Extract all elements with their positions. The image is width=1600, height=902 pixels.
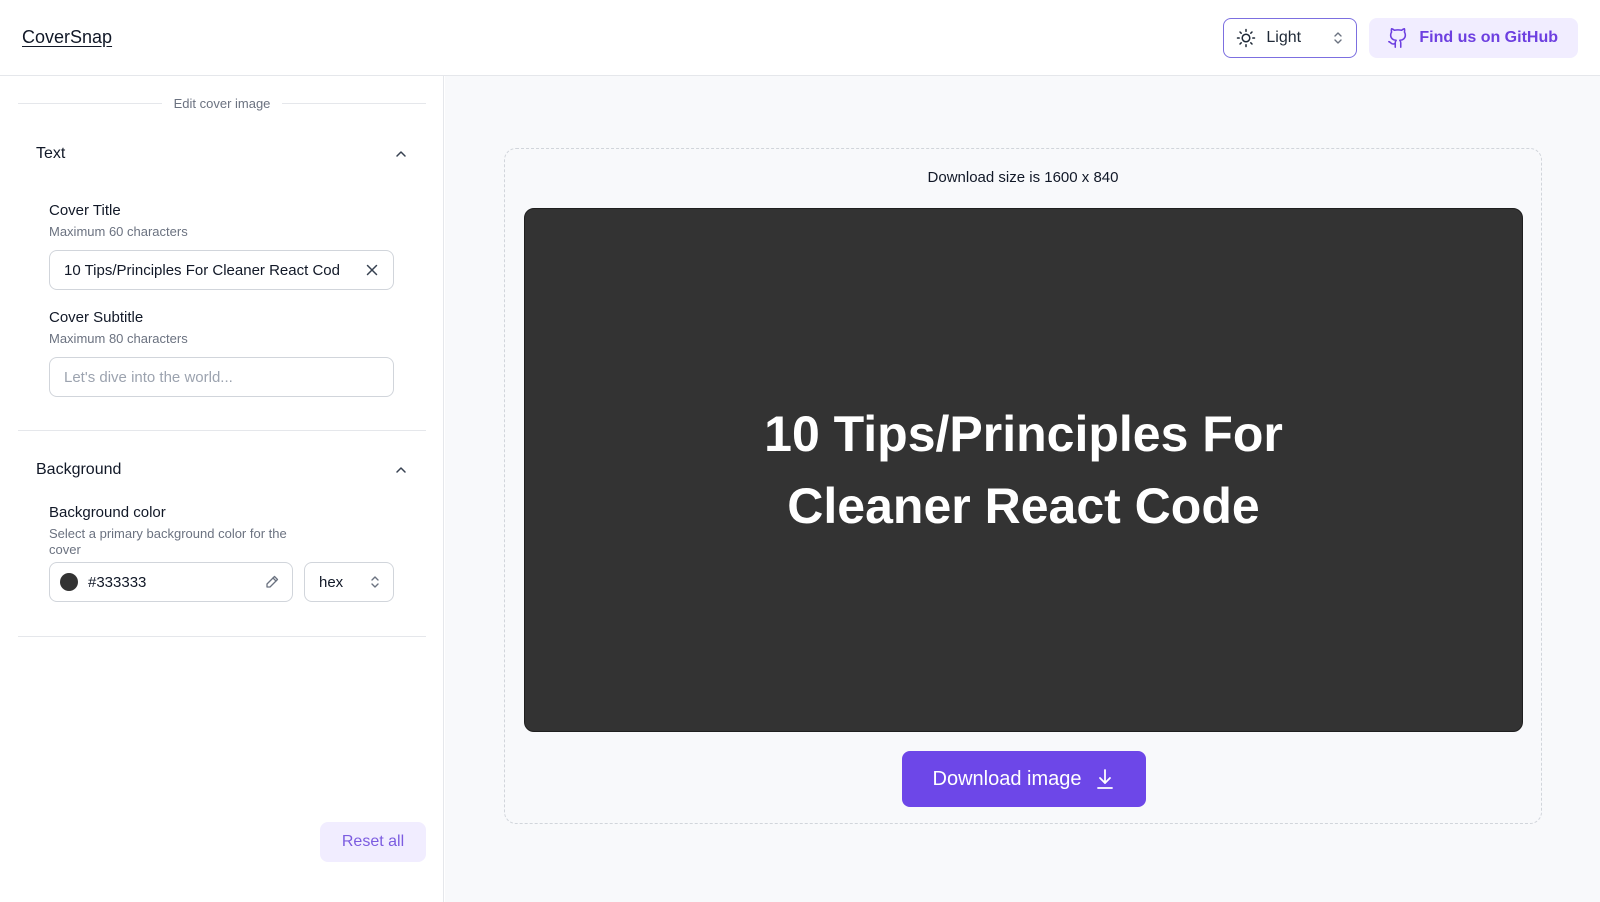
- preview-frame: Download size is 1600 x 840 10 Tips/Prin…: [504, 148, 1542, 824]
- section-label-background: Background: [36, 461, 122, 478]
- color-format-select[interactable]: hex: [304, 562, 394, 602]
- chevron-up-icon: [394, 463, 408, 477]
- background-color-help: Select a primary background color for th…: [49, 526, 287, 557]
- section-toggle-text[interactable]: Text: [18, 134, 426, 174]
- download-image-button[interactable]: Download image: [902, 751, 1146, 807]
- background-color-label: Background color: [49, 504, 166, 521]
- color-format-value: hex: [319, 573, 344, 591]
- cover-subtitle-placeholder: Let's dive into the world...: [64, 368, 233, 386]
- cover-preview: 10 Tips/Principles For Cleaner React Cod…: [524, 208, 1523, 732]
- header-actions: Light Find us on GitHub: [1223, 17, 1578, 58]
- download-size-label: Download size is 1600 x 840: [927, 169, 1119, 186]
- cover-title-input[interactable]: 10 Tips/Principles For Cleaner React Cod: [49, 250, 394, 290]
- chevron-updown-icon: [1332, 30, 1344, 46]
- download-button-label: Download image: [932, 767, 1082, 790]
- app-header: CoverSnap Light Find us on GitHub: [0, 0, 1600, 76]
- color-swatch[interactable]: [60, 573, 78, 591]
- eyedropper-icon[interactable]: [264, 574, 280, 590]
- clear-icon[interactable]: [365, 263, 379, 277]
- cover-subtitle-help: Maximum 80 characters: [49, 331, 188, 346]
- section-divider: [18, 636, 426, 637]
- theme-select[interactable]: Light: [1223, 17, 1358, 58]
- cover-preview-title: 10 Tips/Principles For Cleaner React Cod…: [764, 406, 1283, 534]
- sun-icon: [1236, 28, 1256, 48]
- background-color-input[interactable]: #333333: [49, 562, 293, 602]
- sidebar-title: Edit cover image: [18, 96, 427, 111]
- cover-title-value: 10 Tips/Principles For Cleaner React Cod: [64, 261, 340, 279]
- cover-subtitle-label: Cover Subtitle: [49, 309, 144, 326]
- chevron-up-icon: [394, 147, 408, 161]
- cover-subtitle-input[interactable]: Let's dive into the world...: [49, 357, 394, 397]
- cover-title-help: Maximum 60 characters: [49, 224, 188, 239]
- reset-all-button[interactable]: Reset all: [320, 822, 426, 862]
- preview-area: Download size is 1600 x 840 10 Tips/Prin…: [445, 76, 1600, 902]
- divider-line: [18, 103, 162, 104]
- github-icon: [1387, 27, 1409, 49]
- sidebar-title-text: Edit cover image: [173, 96, 271, 111]
- editor-sidebar: Edit cover image Text Cover Title Maximu…: [0, 76, 444, 902]
- github-button[interactable]: Find us on GitHub: [1369, 17, 1578, 58]
- brand-link[interactable]: CoverSnap: [22, 27, 112, 48]
- download-icon: [1095, 768, 1115, 790]
- section-label-text: Text: [36, 145, 66, 162]
- divider-line: [282, 103, 427, 104]
- theme-select-value: Light: [1266, 28, 1302, 46]
- chevron-updown-icon: [369, 574, 381, 590]
- background-color-value: #333333: [88, 573, 147, 591]
- section-divider: [18, 430, 426, 431]
- section-toggle-background[interactable]: Background: [18, 450, 426, 490]
- cover-title-label: Cover Title: [49, 202, 121, 219]
- github-button-label: Find us on GitHub: [1419, 28, 1558, 46]
